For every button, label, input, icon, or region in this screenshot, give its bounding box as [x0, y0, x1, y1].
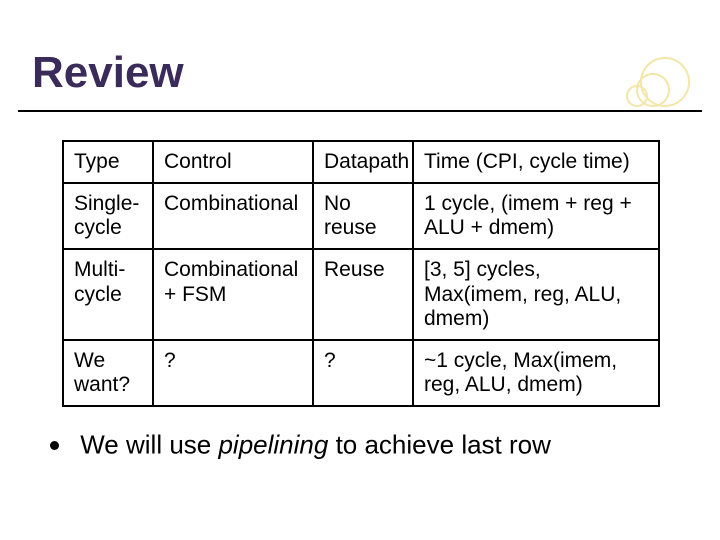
header-time: Time (CPI, cycle time) — [413, 141, 659, 183]
bullet-text-post: to achieve last row — [328, 430, 551, 460]
cell-time: [3, 5] cycles, Max(imem, reg, ALU, dmem) — [413, 249, 659, 339]
bullet-item: We will use pipelining to achieve last r… — [50, 428, 680, 461]
cell-type: Multi-cycle — [63, 249, 153, 339]
cell-type: We want? — [63, 340, 153, 406]
bullet-icon — [50, 441, 59, 450]
bullet-text-pre: We will use — [80, 430, 218, 460]
slide-title: Review — [32, 48, 184, 98]
cell-control: Combinational + FSM — [153, 249, 313, 339]
cell-type: Single-cycle — [63, 183, 153, 249]
header-type: Type — [63, 141, 153, 183]
table-row: Multi-cycle Combinational + FSM Reuse [3… — [63, 249, 659, 339]
bullet-text: We will use pipelining to achieve last r… — [80, 430, 551, 460]
slide: Review Type Control Datapath Time (CPI, … — [0, 0, 720, 540]
bullet-text-em: pipelining — [218, 430, 328, 460]
table-header-row: Type Control Datapath Time (CPI, cycle t… — [63, 141, 659, 183]
review-table: Type Control Datapath Time (CPI, cycle t… — [62, 140, 658, 407]
cell-control: Combinational — [153, 183, 313, 249]
cell-datapath: ? — [313, 340, 413, 406]
cell-datapath: No reuse — [313, 183, 413, 249]
cell-time: 1 cycle, (imem + reg + ALU + dmem) — [413, 183, 659, 249]
cell-datapath: Reuse — [313, 249, 413, 339]
cell-control: ? — [153, 340, 313, 406]
cell-time: ~1 cycle, Max(imem, reg, ALU, dmem) — [413, 340, 659, 406]
decorative-circles-icon — [620, 55, 692, 105]
title-divider — [18, 110, 702, 112]
header-control: Control — [153, 141, 313, 183]
header-datapath: Datapath — [313, 141, 413, 183]
table-row: Single-cycle Combinational No reuse 1 cy… — [63, 183, 659, 249]
table-row: We want? ? ? ~1 cycle, Max(imem, reg, AL… — [63, 340, 659, 406]
